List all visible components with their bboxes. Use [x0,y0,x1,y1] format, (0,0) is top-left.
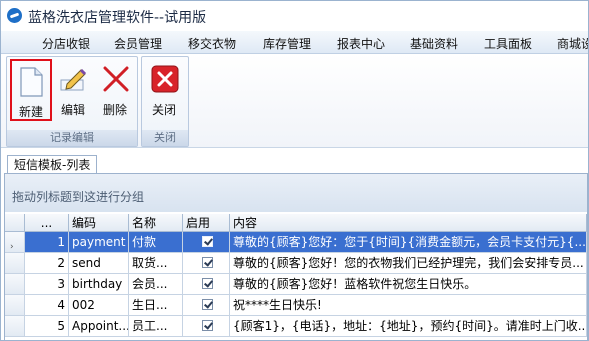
close-button-label: 关闭 [151,103,176,117]
list-panel: 拖动列标题到这进行分组 ... 编码 名称 启用 内容 › 1 payment 付款尊… [4,173,588,340]
record-edit-group-caption: 记录编辑 [7,130,137,146]
enabled-checkbox[interactable] [202,257,213,268]
edit-button-label: 编辑 [60,103,85,117]
table-row[interactable]: 4 002 生日... 祝****生日快乐! [5,295,587,316]
cell-name: 取货... [129,253,183,274]
cell-enabled [183,232,230,253]
cell-code: birthday [69,274,129,295]
app-window: 蓝格洗衣店管理软件--试用版 分店收银 会员管理 移交衣物 库存管理 报表中心 … [0,0,589,341]
row-indicator-header [5,214,25,232]
row-indicator[interactable] [5,316,25,337]
table-row[interactable]: 3 birthday 会员... 尊敬的{顾客}您好！蓝格软件祝您生日快乐。 [5,274,587,295]
cell-code: send [69,253,129,274]
enabled-checkbox[interactable] [202,236,213,247]
close-icon [151,65,179,93]
menu-item-cashier[interactable]: 分店收银 [42,35,90,52]
enabled-checkbox[interactable] [202,299,213,310]
cell-index: 1 [25,232,69,253]
menu-item-members[interactable]: 会员管理 [114,35,162,52]
cell-index: 5 [25,316,69,337]
cell-index: 2 [25,253,69,274]
record-edit-group: 新建 编辑 删除 记录编辑 [6,56,138,147]
column-header-code[interactable]: 编码 [69,214,129,232]
cell-name: 会员... [129,274,183,295]
cell-enabled [183,253,230,274]
menu-item-basic-data[interactable]: 基础资料 [410,35,458,52]
row-indicator[interactable] [5,253,25,274]
cell-content: 尊敬的{顾客}您好：您于{时间}{消费金额元，会员卡支付元}{... [230,232,587,253]
menu-item-inventory[interactable]: 库存管理 [263,35,311,52]
row-indicator[interactable] [5,295,25,316]
menu-item-transfer[interactable]: 移交衣物 [188,35,236,52]
cell-content: {顾客1}，{电话}，地址：{地址}，预约{时间}。请准时上门收... [230,316,587,337]
ribbon: 新建 编辑 删除 记录编辑 关闭 关闭 [1,54,588,148]
title-bar: 蓝格洗衣店管理软件--试用版 [1,1,588,31]
delete-button[interactable]: 删除 [96,59,134,121]
group-by-hint: 拖动列标题到这进行分组 [12,190,145,204]
table-row[interactable]: 2 send 取货... 尊敬的{顾客}您好！您的衣物我们已经护理完，我们会安排专员.… [5,253,587,274]
table-row[interactable]: › 1 payment 付款 尊敬的{顾客}您好：您于{时间}{消费金额元，会员卡支付元… [5,232,587,253]
cell-index: 4 [25,295,69,316]
tab-sms-template-list[interactable]: 短信模板-列表 [7,155,98,174]
enabled-checkbox[interactable] [202,320,213,331]
cell-name: 生日... [129,295,183,316]
new-document-icon [20,67,43,97]
new-button-label: 新建 [18,105,43,119]
app-logo-icon [7,8,22,23]
cell-index: 3 [25,274,69,295]
group-by-area[interactable]: 拖动列标题到这进行分组 [5,174,587,212]
cell-name: 付款 [129,232,183,253]
cell-content: 尊敬的{顾客}您好！您的衣物我们已经护理完，我们会安排专员... [230,253,587,274]
close-group: 关闭 关闭 [141,56,189,147]
column-header-enabled[interactable]: 启用 [183,214,230,232]
window-title: 蓝格洗衣店管理软件--试用版 [28,10,207,26]
delete-button-label: 删除 [102,103,127,117]
menu-item-tools[interactable]: 工具面板 [484,35,532,52]
close-group-caption: 关闭 [142,130,188,146]
row-indicator[interactable] [5,274,25,295]
menu-item-reports[interactable]: 报表中心 [337,35,385,52]
delete-x-icon [103,66,129,92]
column-header-content[interactable]: 内容 [230,214,587,232]
current-row-arrow-icon: › [10,242,14,252]
cell-code: Appoint... [69,316,129,337]
cell-enabled [183,295,230,316]
column-header-name[interactable]: 名称 [129,214,183,232]
cell-enabled [183,316,230,337]
cell-content: 祝****生日快乐! [230,295,587,316]
edit-pencil-icon [60,68,87,91]
close-button[interactable]: 关闭 [145,59,183,121]
row-indicator[interactable]: › [5,232,25,253]
cell-code: payment [69,232,129,253]
menu-item-mall[interactable]: 商城设 [557,35,588,52]
cell-content: 尊敬的{顾客}您好！蓝格软件祝您生日快乐。 [230,274,587,295]
cell-enabled [183,274,230,295]
edit-button[interactable]: 编辑 [54,59,92,121]
enabled-checkbox[interactable] [202,278,213,289]
table-row[interactable]: 5 Appoint... 员工... {顾客1}，{电话}，地址：{地址}，预约{时间… [5,316,587,337]
cell-name: 员工... [129,316,183,337]
cell-code: 002 [69,295,129,316]
column-header-index[interactable]: ... [25,214,69,232]
menu-bar: 分店收银 会员管理 移交衣物 库存管理 报表中心 基础资料 工具面板 商城设 [1,31,588,54]
new-button[interactable]: 新建 [10,59,52,121]
